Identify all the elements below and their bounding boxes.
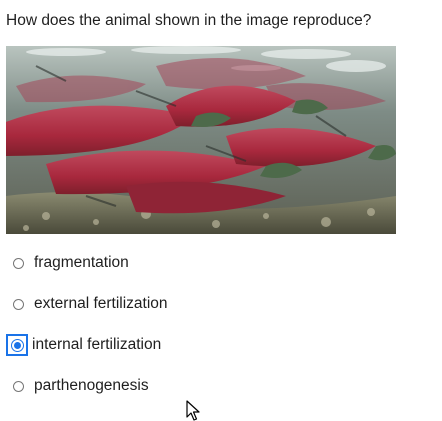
radio-external-fertilization[interactable] — [6, 292, 30, 316]
mouse-cursor-icon — [186, 400, 200, 421]
option-label: fragmentation — [34, 254, 129, 271]
radio-parthenogenesis[interactable] — [6, 374, 30, 398]
option-label: internal fertilization — [32, 336, 162, 353]
option-parthenogenesis[interactable]: parthenogenesis — [6, 371, 149, 401]
radio-fragmentation[interactable] — [6, 251, 30, 275]
option-internal-fertilization[interactable]: internal fertilization — [6, 330, 161, 360]
option-label: parthenogenesis — [34, 377, 149, 394]
option-external-fertilization[interactable]: external fertilization — [6, 289, 168, 319]
question-image — [6, 46, 396, 234]
salmon-photo — [6, 46, 396, 234]
option-fragmentation[interactable]: fragmentation — [6, 248, 129, 278]
option-label: external fertilization — [34, 295, 168, 312]
question-text: How does the animal shown in the image r… — [6, 12, 372, 29]
radio-internal-fertilization[interactable] — [6, 334, 28, 356]
